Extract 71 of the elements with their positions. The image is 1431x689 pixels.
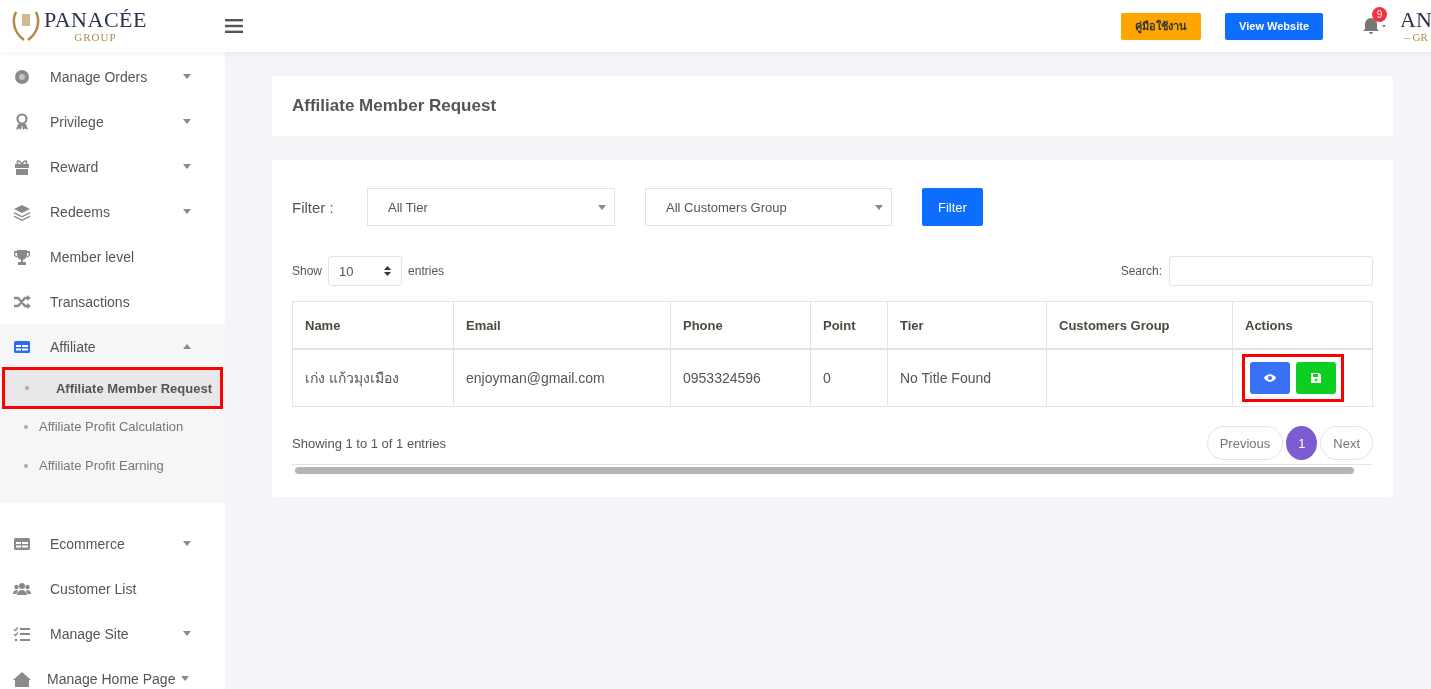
sidebar-subitem[interactable]: Affiliate Profit Calculation xyxy=(4,407,221,446)
caret-icon xyxy=(183,209,191,214)
sidebar-item[interactable]: Privilege xyxy=(0,99,225,144)
caret-icon xyxy=(183,631,191,636)
bell-icon[interactable] xyxy=(1363,17,1387,35)
column-header[interactable]: Point xyxy=(810,301,888,349)
entries-label: entries xyxy=(408,264,445,278)
shuffle-icon xyxy=(13,292,31,311)
brand-subtitle: GROUP xyxy=(74,31,117,43)
checklist-icon xyxy=(13,624,31,643)
sidebar-item[interactable]: Ecommerce xyxy=(0,521,225,566)
sidebar-item[interactable]: Redeems xyxy=(0,189,225,234)
entries-select[interactable]: 10 xyxy=(328,256,403,286)
table-cell: เก่ง แก้วมุงเมือง xyxy=(292,349,454,407)
caret-icon xyxy=(183,74,191,79)
sort-arrows-icon xyxy=(384,266,392,276)
caret-icon xyxy=(181,676,190,681)
view-button[interactable] xyxy=(1250,362,1290,394)
search-label: Search: xyxy=(1120,264,1162,278)
caret-icon xyxy=(183,541,191,546)
filter-button[interactable]: Filter xyxy=(922,188,983,226)
sidebar-item[interactable]: Transactions xyxy=(0,279,225,324)
column-header[interactable]: Phone xyxy=(670,301,811,349)
previous-button[interactable]: Previous xyxy=(1206,426,1284,460)
sidebar-item[interactable]: Reward xyxy=(0,144,225,189)
profile-logo-subtitle: – GR xyxy=(1404,31,1428,43)
column-header[interactable]: Email xyxy=(453,301,671,349)
table-cell: enjoyman@gmail.com xyxy=(453,349,671,407)
manual-button[interactable]: คู่มือใช้งาน xyxy=(1121,12,1202,40)
notification-badge: 9 xyxy=(1372,7,1387,22)
column-header[interactable]: Tier xyxy=(887,301,1047,349)
eye-icon xyxy=(1264,374,1276,382)
table-cell: 0 xyxy=(810,349,888,407)
award-icon xyxy=(13,112,31,131)
caret-icon xyxy=(183,344,191,349)
caret-icon xyxy=(183,164,191,169)
filter-label: Filter : xyxy=(292,198,335,216)
sidebar-item[interactable]: Manage Home Page xyxy=(0,656,225,689)
view-website-button[interactable]: View Website xyxy=(1225,12,1323,40)
tier-select[interactable]: All Tier xyxy=(367,188,615,226)
layers-icon xyxy=(13,202,31,221)
next-button[interactable]: Next xyxy=(1320,426,1373,460)
menu-icon[interactable] xyxy=(225,18,243,34)
search-field[interactable] xyxy=(1169,256,1373,286)
trophy-icon xyxy=(13,247,31,266)
sidebar-item[interactable]: Affiliate xyxy=(0,324,225,369)
table-cell: 0953324596 xyxy=(670,349,811,407)
caret-icon xyxy=(598,204,606,210)
sidebar-subitem[interactable]: Affiliate Profit Earning xyxy=(4,446,221,485)
column-header[interactable]: Actions xyxy=(1232,301,1373,349)
column-header[interactable]: Name xyxy=(292,301,454,349)
table-cell: No Title Found xyxy=(887,349,1047,407)
show-label: Show xyxy=(292,264,323,278)
table-info: Showing 1 to 1 of 1 entries xyxy=(292,435,446,451)
page-title: Affiliate Member Request xyxy=(272,76,1393,136)
sidebar-item[interactable]: Manage Site xyxy=(0,611,225,656)
profile-logo-name[interactable]: AN xyxy=(1401,9,1431,31)
sidebar-subitem[interactable]: Affiliate Member Request xyxy=(4,369,221,407)
brand-name: PANACÉE xyxy=(44,9,147,31)
caret-icon xyxy=(875,204,883,210)
customers-group-select[interactable]: All Customers Group xyxy=(645,188,892,226)
sidebar-item[interactable]: Member level xyxy=(0,234,225,279)
page-button[interactable]: 1 xyxy=(1286,426,1318,460)
caret-icon xyxy=(183,119,191,124)
home-icon xyxy=(13,669,31,688)
column-header[interactable]: Customers Group xyxy=(1046,301,1233,349)
horizontal-scrollbar[interactable] xyxy=(292,464,1372,477)
sidebar-item[interactable]: Customer List xyxy=(0,566,225,611)
gift-icon xyxy=(13,157,31,176)
gear-icon xyxy=(13,67,31,86)
sidebar-item[interactable]: Manage Orders xyxy=(0,54,225,99)
